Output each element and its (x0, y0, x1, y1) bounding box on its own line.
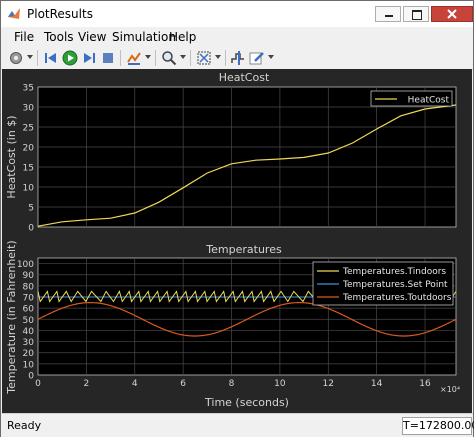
heatcost-y-tick-label: 35 (23, 84, 34, 94)
toolbar-separator (190, 50, 191, 66)
close-button[interactable] (431, 6, 473, 22)
temperatures-x-tick-label: 14 (371, 379, 383, 389)
style-pen-icon[interactable] (249, 50, 265, 66)
simulation-time-readout: T=172800.000 (402, 417, 474, 435)
fit-to-view-icon[interactable] (196, 50, 212, 66)
maximize-button[interactable] (403, 6, 429, 22)
minimize-icon (385, 15, 393, 17)
temperatures-x-ticks: 0 2 4 6 8 10 12 14 16 (35, 379, 431, 389)
temperatures-y-tick-label: 100 (17, 260, 34, 270)
temperatures-y-tick-label: 50 (23, 316, 35, 326)
temperatures-y-tick-label: 0 (28, 372, 34, 382)
temperatures-x-exponent: ×10⁴ (440, 385, 460, 394)
heatcost-y-ticks: 0 5 10 15 20 25 30 35 (23, 84, 35, 234)
settings-dropdown-icon[interactable] (27, 55, 33, 59)
temperatures-y-label: Temperature (in Fahrenheit) (5, 240, 18, 394)
status-bar: Ready T=172800.000 (1, 413, 474, 437)
run-icon[interactable] (62, 50, 78, 66)
temperatures-x-tick-label: 2 (84, 379, 90, 389)
temperatures-y-tick-label: 20 (23, 349, 35, 359)
zoom-dropdown-icon[interactable] (180, 55, 186, 59)
temperatures-legend: Temperatures.Tindoors Temperatures.Set P… (312, 261, 454, 306)
toolbar-separator (225, 50, 226, 66)
highlight-signal-icon[interactable] (126, 50, 142, 66)
matlab-app-icon (8, 8, 20, 19)
legend-label-tindoors: Temperatures.Tindoors (342, 267, 446, 277)
close-icon (447, 9, 457, 19)
plot-results-window: PlotResults File Tools View Simulation H… (0, 0, 474, 437)
heatcost-legend-label: HeatCost (408, 96, 450, 106)
menu-bar: File Tools View Simulation Help (1, 27, 473, 47)
toolbar (1, 47, 473, 70)
heatcost-y-tick-label: 0 (28, 224, 34, 234)
minimize-button[interactable] (375, 6, 401, 22)
menu-tools[interactable]: Tools (44, 30, 74, 44)
toolbar-separator (155, 50, 156, 66)
window-title: PlotResults (27, 7, 93, 21)
temperatures-x-tick-label: 10 (274, 379, 286, 389)
temperatures-x-tick-label: 6 (180, 379, 186, 389)
heatcost-y-label: HeatCost (in $) (5, 115, 18, 198)
title-bar: PlotResults (1, 1, 473, 27)
temperatures-title: Temperatures (205, 243, 282, 256)
temperatures-x-tick-label: 8 (229, 379, 235, 389)
menu-file[interactable]: File (14, 30, 34, 44)
toolbar-separator (37, 50, 38, 66)
heatcost-legend: HeatCost (370, 90, 453, 107)
stop-icon[interactable] (100, 50, 116, 66)
menu-view[interactable]: View (78, 30, 106, 44)
legend-label-toutdoors: Temperatures.Toutdoors (342, 293, 452, 303)
legend-label-setpoint: Temperatures.Set Point (342, 280, 448, 290)
temperatures-x-tick-label: 12 (323, 379, 334, 389)
temperatures-y-tick-label: 10 (23, 360, 35, 370)
step-forward-icon[interactable] (81, 50, 97, 66)
temperatures-y-tick-label: 60 (23, 305, 35, 315)
zoom-icon[interactable] (161, 50, 177, 66)
temperatures-y-tick-label: 70 (23, 294, 35, 304)
temperatures-x-label: Time (seconds) (204, 396, 289, 409)
menu-help[interactable]: Help (169, 30, 196, 44)
heatcost-plot-background (37, 86, 457, 228)
highlight-dropdown-icon[interactable] (145, 55, 151, 59)
temperatures-y-tick-label: 90 (23, 271, 35, 281)
triggers-icon[interactable] (230, 50, 246, 66)
temperatures-y-tick-label: 30 (23, 338, 35, 348)
temperatures-y-ticks: 0 10203040506070 8090100 (17, 260, 34, 381)
heatcost-y-tick-label: 10 (23, 184, 35, 194)
fit-dropdown-icon[interactable] (215, 55, 221, 59)
heatcost-y-tick-label: 5 (28, 204, 34, 214)
maximize-icon (412, 10, 422, 20)
menu-simulation[interactable]: Simulation (112, 30, 176, 44)
heatcost-y-tick-label: 30 (23, 104, 35, 114)
temperatures-x-tick-label: 4 (132, 379, 138, 389)
heatcost-title: HeatCost (219, 71, 270, 84)
temperatures-y-tick-label: 80 (23, 282, 35, 292)
status-text: Ready (7, 419, 42, 432)
temperatures-y-tick-label: 40 (23, 327, 35, 337)
plot-area: HeatCost 05101520253035 HeatCost (in $) … (2, 69, 472, 413)
temperatures-x-tick-label: 16 (419, 379, 431, 389)
settings-gear-icon[interactable] (8, 50, 24, 66)
heatcost-y-tick-label: 15 (23, 164, 34, 174)
heatcost-y-tick-label: 20 (23, 144, 35, 154)
style-dropdown-icon[interactable] (268, 55, 274, 59)
heatcost-y-tick-label: 25 (23, 124, 34, 134)
toolbar-separator (120, 50, 121, 66)
temperatures-x-tick-label: 0 (35, 379, 41, 389)
step-back-icon[interactable] (43, 50, 59, 66)
